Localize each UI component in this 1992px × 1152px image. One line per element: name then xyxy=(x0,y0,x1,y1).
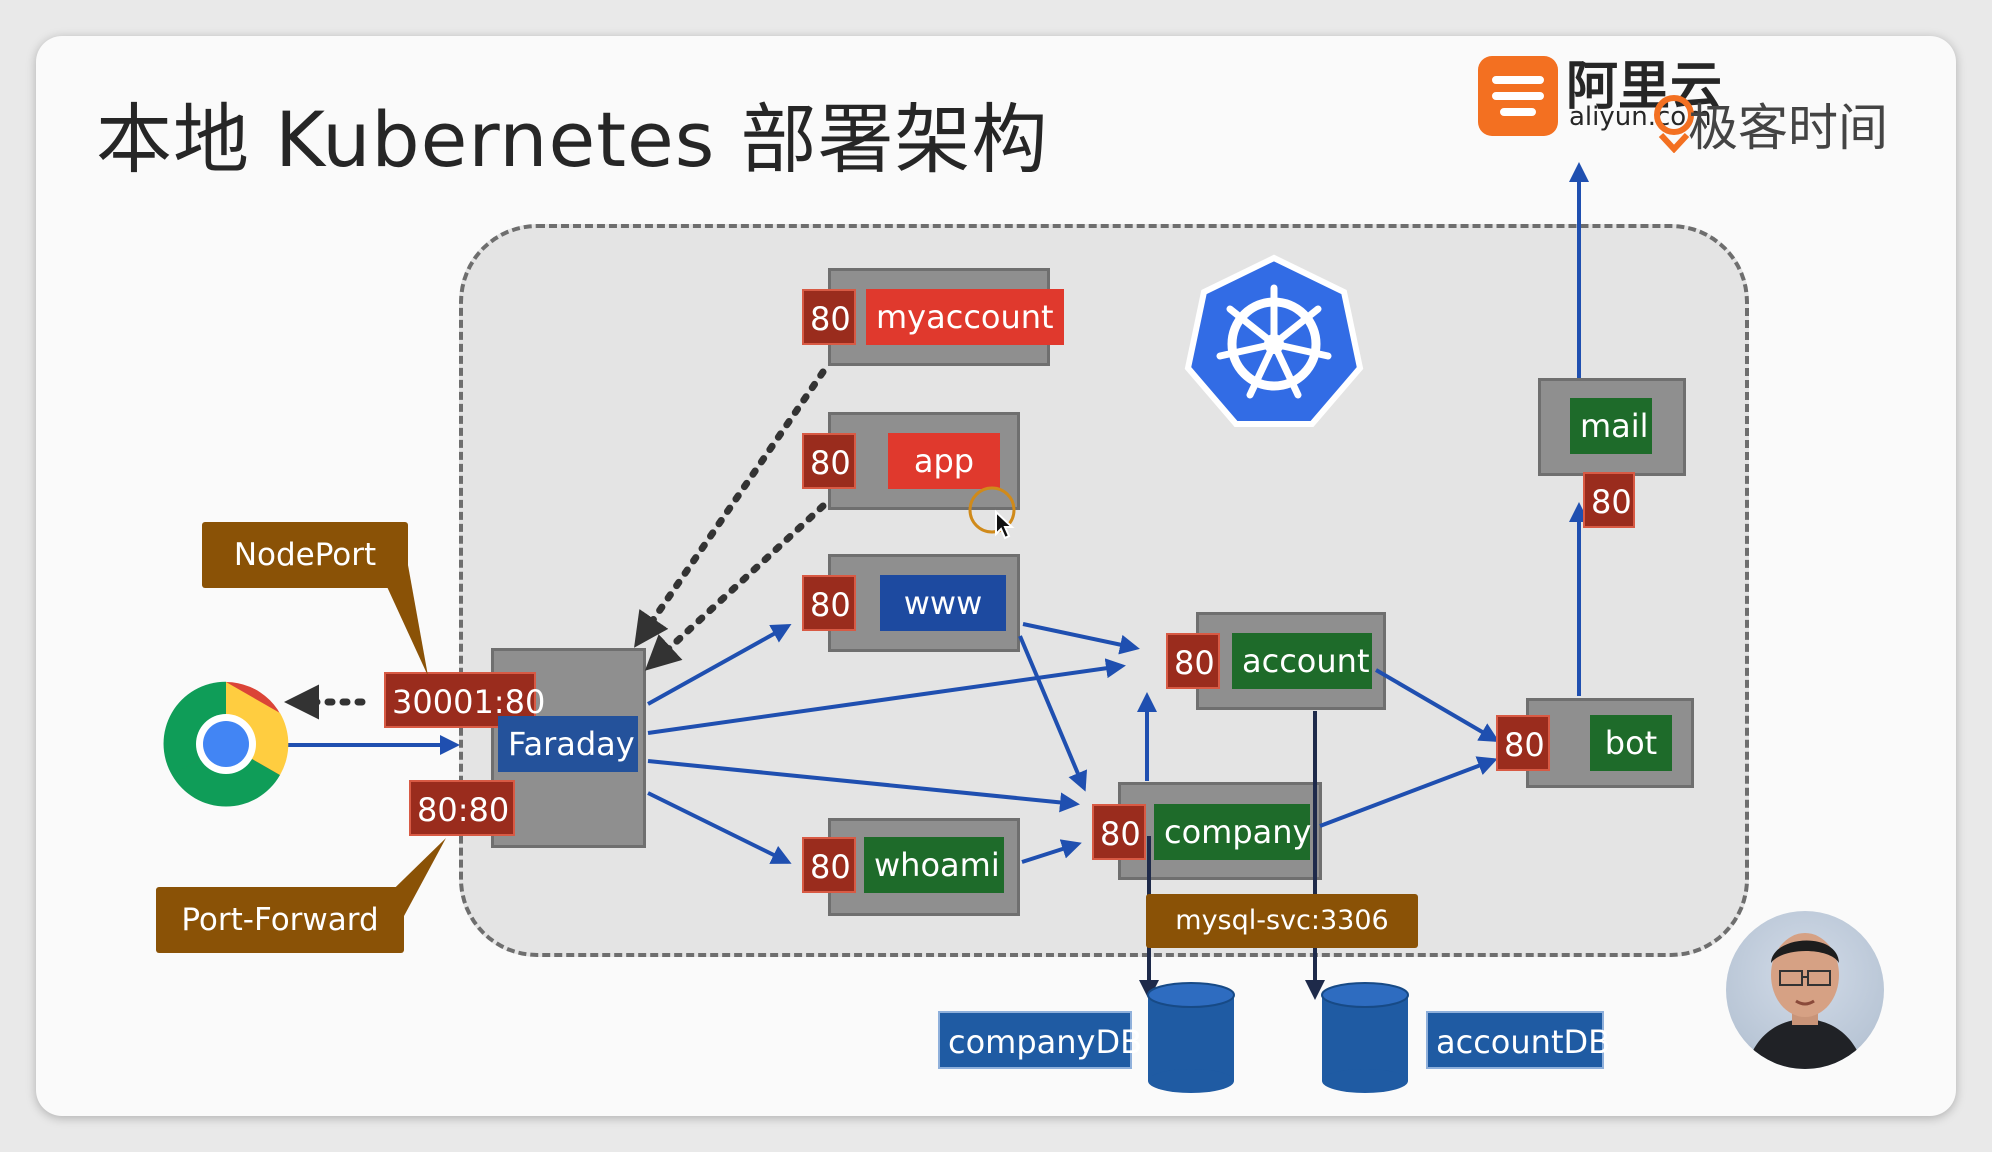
slide: 本地 Kubernetes 部署架构 阿里云 aliyun.com 极客时间 8… xyxy=(36,36,1956,1116)
mysql-svc-label: mysql-svc:3306 xyxy=(1146,894,1418,948)
nodeport-callout: NodePort xyxy=(202,522,408,588)
accountdb-cylinder-icon xyxy=(1321,982,1409,1093)
companydb-label: companyDB xyxy=(938,1011,1142,1069)
chrome-browser-icon xyxy=(163,681,289,807)
mouse-cursor-icon xyxy=(968,486,1016,540)
companydb-cylinder-icon xyxy=(1147,982,1235,1093)
port-forward-callout: Port-Forward xyxy=(156,887,404,953)
presenter-avatar xyxy=(1726,911,1884,1069)
accountdb-label: accountDB xyxy=(1426,1011,1610,1069)
